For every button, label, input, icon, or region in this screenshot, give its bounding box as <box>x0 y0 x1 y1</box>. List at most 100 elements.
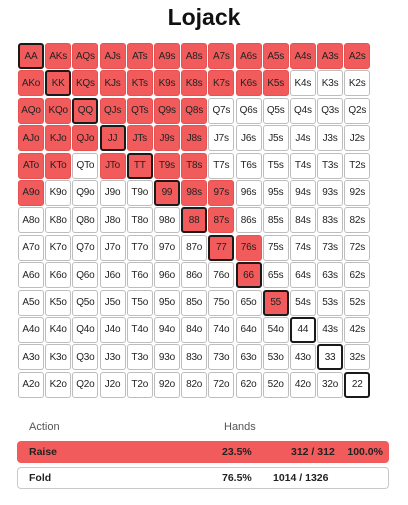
hand-cell-96s[interactable]: 96s <box>235 179 262 206</box>
hand-cell-k6o[interactable]: K6o <box>45 262 72 289</box>
hand-cell-k3o[interactable]: K3o <box>45 344 72 371</box>
hand-cell-43s[interactable]: 43s <box>317 316 344 343</box>
hand-cell-t5s[interactable]: T5s <box>262 152 289 179</box>
hand-cell-j6o[interactable]: J6o <box>99 262 126 289</box>
hand-cell-94s[interactable]: 94s <box>289 179 316 206</box>
hand-cell-32o[interactable]: 32o <box>317 371 344 398</box>
hand-cell-kjo[interactable]: KJo <box>45 125 72 152</box>
hand-cell-j9s[interactable]: J9s <box>153 125 180 152</box>
hand-cell-q7s[interactable]: Q7s <box>208 97 235 124</box>
hand-cell-ajs[interactable]: AJs <box>99 43 126 69</box>
hand-cell-q8o[interactable]: Q8o <box>72 207 99 234</box>
hand-cell-87o[interactable]: 87o <box>181 234 208 261</box>
hand-cell-62o[interactable]: 62o <box>235 371 262 398</box>
action-row-fold[interactable]: Fold 76.5% 1014 / 1326 <box>17 467 389 489</box>
hand-cell-54s[interactable]: 54s <box>289 289 316 316</box>
hand-cell-55[interactable]: 55 <box>262 289 289 316</box>
hand-cell-ajo[interactable]: AJo <box>18 125 44 152</box>
hand-cell-jto[interactable]: JTo <box>99 152 126 179</box>
hand-cell-a5o[interactable]: A5o <box>18 289 44 316</box>
hand-cell-qts[interactable]: QTs <box>126 97 153 124</box>
hand-cell-84s[interactable]: 84s <box>289 207 316 234</box>
hand-cell-qq[interactable]: QQ <box>72 97 99 124</box>
hand-cell-q2s[interactable]: Q2s <box>344 97 371 124</box>
hand-cell-64o[interactable]: 64o <box>235 316 262 343</box>
hand-cell-qjs[interactable]: QJs <box>99 97 126 124</box>
hand-cell-kqo[interactable]: KQo <box>45 97 72 124</box>
hand-cell-88[interactable]: 88 <box>181 207 208 234</box>
hand-cell-a9o[interactable]: A9o <box>18 179 44 206</box>
hand-cell-94o[interactable]: 94o <box>153 316 180 343</box>
hand-cell-82s[interactable]: 82s <box>344 207 371 234</box>
hand-cell-a2o[interactable]: A2o <box>18 371 44 398</box>
hand-cell-t2o[interactable]: T2o <box>126 371 153 398</box>
hand-cell-86s[interactable]: 86s <box>235 207 262 234</box>
hand-cell-k8s[interactable]: K8s <box>181 70 208 97</box>
hand-cell-99[interactable]: 99 <box>153 179 180 206</box>
hand-cell-76s[interactable]: 76s <box>235 234 262 261</box>
hand-cell-95s[interactable]: 95s <box>262 179 289 206</box>
hand-cell-j8s[interactable]: J8s <box>181 125 208 152</box>
hand-cell-k7s[interactable]: K7s <box>208 70 235 97</box>
hand-cell-ats[interactable]: ATs <box>126 43 153 69</box>
hand-cell-96o[interactable]: 96o <box>153 262 180 289</box>
hand-cell-k5o[interactable]: K5o <box>45 289 72 316</box>
hand-cell-a5s[interactable]: A5s <box>262 43 289 69</box>
hand-cell-k4o[interactable]: K4o <box>45 316 72 343</box>
hand-cell-72s[interactable]: 72s <box>344 234 371 261</box>
hand-cell-92s[interactable]: 92s <box>344 179 371 206</box>
hand-cell-k5s[interactable]: K5s <box>262 70 289 97</box>
hand-cell-q2o[interactable]: Q2o <box>72 371 99 398</box>
hand-cell-t6o[interactable]: T6o <box>126 262 153 289</box>
hand-cell-73o[interactable]: 73o <box>208 344 235 371</box>
hand-cell-a8o[interactable]: A8o <box>18 207 44 234</box>
hand-cell-k9s[interactable]: K9s <box>153 70 180 97</box>
hand-cell-83s[interactable]: 83s <box>317 207 344 234</box>
hand-cell-j3s[interactable]: J3s <box>317 125 344 152</box>
hand-cell-kk[interactable]: KK <box>45 70 72 97</box>
hand-cell-jj[interactable]: JJ <box>99 125 126 152</box>
hand-cell-t5o[interactable]: T5o <box>126 289 153 316</box>
hand-cell-97o[interactable]: 97o <box>153 234 180 261</box>
hand-cell-a9s[interactable]: A9s <box>153 43 180 69</box>
hand-cell-q4s[interactable]: Q4s <box>289 97 316 124</box>
hand-cell-j8o[interactable]: J8o <box>99 207 126 234</box>
hand-cell-j7o[interactable]: J7o <box>99 234 126 261</box>
hand-cell-97s[interactable]: 97s <box>208 179 235 206</box>
hand-cell-t9o[interactable]: T9o <box>126 179 153 206</box>
hand-cell-a4s[interactable]: A4s <box>289 43 316 69</box>
hand-cell-a3o[interactable]: A3o <box>18 344 44 371</box>
hand-cell-53o[interactable]: 53o <box>262 344 289 371</box>
hand-cell-74s[interactable]: 74s <box>289 234 316 261</box>
hand-cell-98o[interactable]: 98o <box>153 207 180 234</box>
hand-cell-k7o[interactable]: K7o <box>45 234 72 261</box>
hand-cell-kto[interactable]: KTo <box>45 152 72 179</box>
hand-cell-aa[interactable]: AA <box>18 43 44 69</box>
hand-cell-aks[interactable]: AKs <box>45 43 72 69</box>
hand-cell-j2o[interactable]: J2o <box>99 371 126 398</box>
hand-cell-42o[interactable]: 42o <box>289 371 316 398</box>
hand-cell-63s[interactable]: 63s <box>317 262 344 289</box>
hand-cell-a3s[interactable]: A3s <box>317 43 344 69</box>
hand-cell-a7o[interactable]: A7o <box>18 234 44 261</box>
hand-cell-t2s[interactable]: T2s <box>344 152 371 179</box>
hand-cell-85s[interactable]: 85s <box>262 207 289 234</box>
hand-cell-75s[interactable]: 75s <box>262 234 289 261</box>
hand-cell-t3s[interactable]: T3s <box>317 152 344 179</box>
hand-cell-j4o[interactable]: J4o <box>99 316 126 343</box>
hand-cell-72o[interactable]: 72o <box>208 371 235 398</box>
hand-cell-aqs[interactable]: AQs <box>72 43 99 69</box>
hand-cell-75o[interactable]: 75o <box>208 289 235 316</box>
hand-cell-t6s[interactable]: T6s <box>235 152 262 179</box>
hand-cell-a6o[interactable]: A6o <box>18 262 44 289</box>
hand-cell-63o[interactable]: 63o <box>235 344 262 371</box>
hand-cell-jts[interactable]: JTs <box>126 125 153 152</box>
action-row-raise[interactable]: Raise 23.5% 312 / 312 100.0% <box>17 441 389 463</box>
hand-cell-65s[interactable]: 65s <box>262 262 289 289</box>
hand-cell-qjo[interactable]: QJo <box>72 125 99 152</box>
hand-cell-kjs[interactable]: KJs <box>99 70 126 97</box>
hand-cell-ato[interactable]: ATo <box>18 152 44 179</box>
hand-cell-98s[interactable]: 98s <box>181 179 208 206</box>
hand-cell-t4o[interactable]: T4o <box>126 316 153 343</box>
hand-cell-j5s[interactable]: J5s <box>262 125 289 152</box>
